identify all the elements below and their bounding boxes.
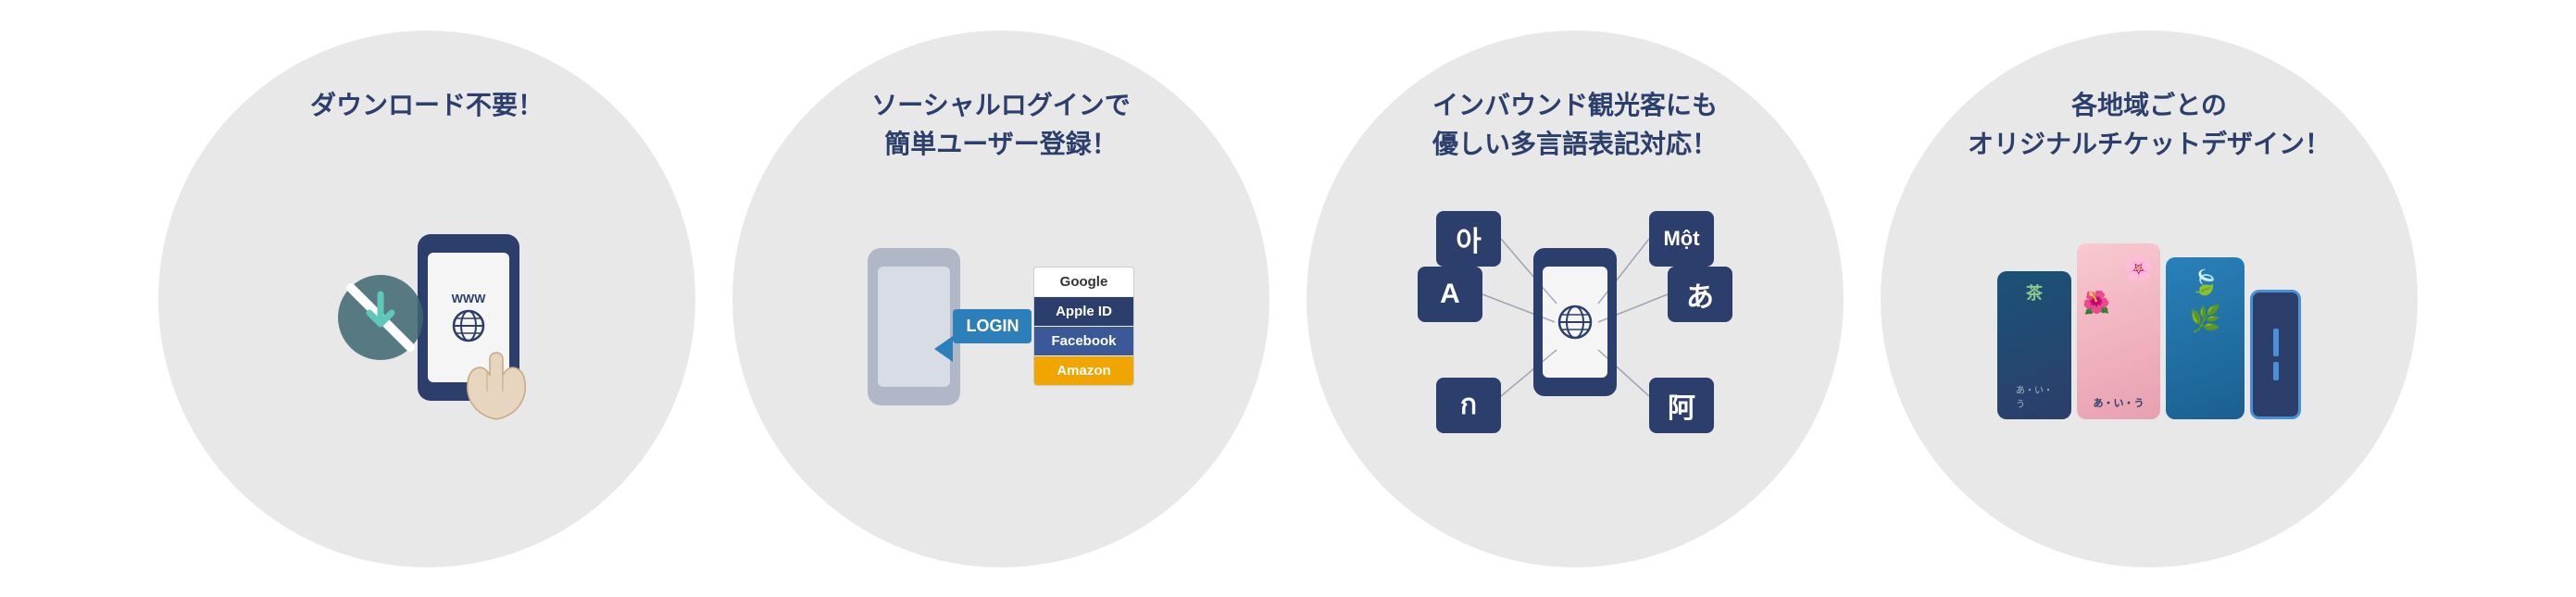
lang-block-hiragana: あ [1668, 267, 1732, 322]
circle4-illustration: 茶 あ・い・う 🌸 🌺 あ・い・う 🍃 🌿 [1997, 216, 2301, 419]
globe-icon [452, 309, 485, 342]
ticket-card-2: 🌸 🌺 あ・い・う [2077, 243, 2160, 419]
circle1-title: ダウンロード不要！ [310, 86, 544, 125]
google-option[interactable]: Google [1034, 267, 1132, 297]
phone-device2 [868, 248, 960, 405]
lang-block-thai: ก [1436, 378, 1501, 433]
ticket-text1: あ・い・う [2016, 382, 2053, 410]
globe-icon2 [1557, 304, 1594, 341]
flower2-icon: 🌺 [2082, 290, 2110, 317]
lang-block-kanji: 阿 [1649, 378, 1714, 433]
phone-screen2 [878, 267, 950, 387]
phone-screen3 [1543, 267, 1607, 378]
arrow-left-icon [934, 336, 953, 362]
lang-block-viet: Một [1649, 211, 1714, 267]
circle4-title: 各地域ごとの オリジナルチケットデザイン！ [1968, 86, 2331, 164]
login-panel: LOGIN Google Apple ID Facebook Amazon [953, 267, 1133, 386]
ticket-card-4 [2250, 290, 2301, 419]
flower3-icon: 🌿 [2189, 304, 2221, 334]
facebook-option[interactable]: Facebook [1034, 327, 1132, 356]
circle2-title: ソーシャルログインで 簡単ユーザー登録！ [871, 86, 1130, 164]
www-text: WWW [452, 292, 486, 305]
circle2-illustration: LOGIN Google Apple ID Facebook Amazon [868, 248, 1133, 405]
tea-deco: 茶 [2026, 280, 2043, 305]
circle3-illustration: 아 A ก Một あ 阿 [1418, 211, 1732, 433]
ticket-label2: あ・い・う [2094, 395, 2145, 410]
leaf-icon: 🍃 [2190, 268, 2220, 297]
circle-no-download: ダウンロード不要！ WWW [158, 31, 695, 567]
apple-option[interactable]: Apple ID [1034, 297, 1132, 327]
circle-ticket-design: 各地域ごとの オリジナルチケットデザイン！ 茶 あ・い・う 🌸 🌺 あ・い・う … [1881, 31, 2418, 567]
circle-social-login: ソーシャルログインで 簡単ユーザー登録！ LOGIN Google Apple … [732, 31, 1269, 567]
lang-block-latin: A [1418, 267, 1482, 322]
flower-icon: 🌸 [2122, 253, 2155, 283]
hand-icon [455, 345, 538, 429]
amazon-option[interactable]: Amazon [1034, 356, 1132, 385]
ticket4-bar1 [2273, 329, 2279, 356]
no-download-icon [334, 271, 427, 364]
login-dropdown: Google Apple ID Facebook Amazon [1033, 267, 1133, 386]
ticket-card-3: 🍃 🌿 [2166, 257, 2245, 419]
lang-block-korean1: 아 [1436, 211, 1501, 267]
ticket4-content [2253, 292, 2298, 417]
circle3-title: インバウンド観光客にも 優しい多言語表記対応！ [1432, 86, 1718, 164]
phone-device3 [1533, 248, 1617, 396]
circle-multilingual: インバウンド観光客にも 優しい多言語表記対応！ 아 A ก Một あ 阿 [1307, 31, 1844, 567]
ticket-card-1: 茶 あ・い・う [1997, 271, 2071, 419]
ticket4-bar2 [2273, 362, 2279, 380]
login-button: LOGIN [953, 309, 1032, 343]
circle1-illustration: WWW [306, 216, 547, 438]
